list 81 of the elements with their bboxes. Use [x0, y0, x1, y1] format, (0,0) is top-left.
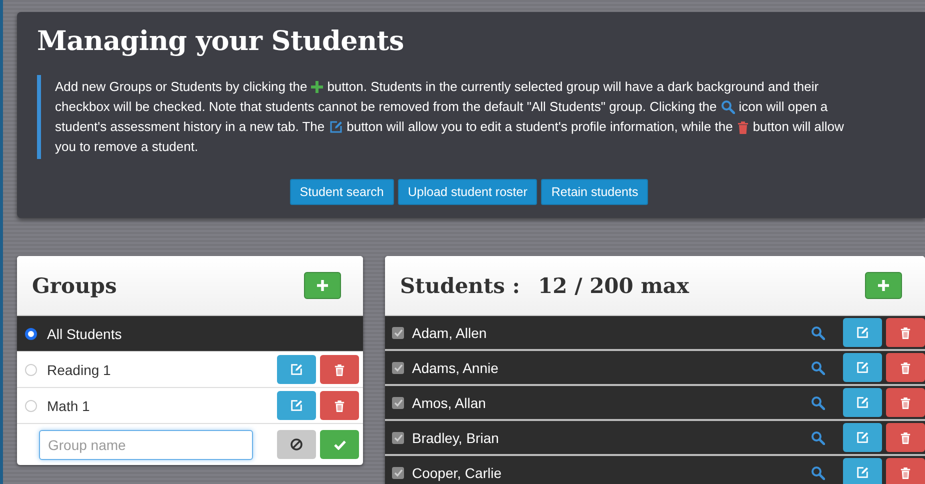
group-item[interactable]: Reading 1 [17, 352, 363, 388]
checkbox[interactable] [392, 326, 404, 338]
trash-icon [900, 326, 911, 338]
trash-icon [900, 466, 911, 478]
intro-text: button will allow [752, 118, 844, 136]
delete-button[interactable] [886, 423, 925, 452]
checkbox[interactable] [392, 396, 404, 408]
radio-button[interactable] [25, 400, 37, 412]
checkbox[interactable] [392, 362, 404, 374]
plus-icon [311, 81, 324, 93]
search-icon [720, 100, 735, 114]
intro-text: you to remove a student. [55, 138, 198, 156]
radio-button[interactable] [25, 328, 37, 340]
search-icon [811, 326, 825, 340]
toolbar-button[interactable]: Upload student roster [398, 179, 538, 205]
search-icon [811, 396, 825, 410]
delete-button[interactable] [886, 353, 925, 382]
edit-button[interactable] [843, 318, 882, 347]
add-group-button[interactable] [304, 272, 341, 299]
edit-button[interactable] [843, 353, 882, 382]
student-name: Amos, Allan [412, 394, 487, 410]
panel-title: Groups [32, 273, 117, 298]
edit-button[interactable] [843, 423, 882, 452]
edit-button[interactable] [277, 355, 316, 384]
search-button[interactable] [811, 396, 825, 410]
intro-text: checkbox will be checked. Note that students cannot be removed from the default "All Students" group. Clicking the [55, 98, 717, 116]
edit-icon [856, 361, 869, 374]
student-name: Adam, Allen [412, 324, 488, 340]
edit-button[interactable] [277, 391, 316, 420]
intro-text: student's assessment history in a new tab. The [55, 118, 325, 136]
search-icon [811, 360, 825, 374]
search-button[interactable] [811, 360, 825, 374]
student-name: Adams, Annie [412, 360, 500, 376]
plus-icon [878, 280, 889, 291]
intro-text: Add new Groups or Students by clicking the [55, 78, 308, 96]
trash-icon [334, 400, 345, 412]
student-name: Cooper, Carlie [412, 464, 502, 480]
intro-text: button. Students in the currently selected group will have a dark background and their [327, 78, 819, 96]
radio-button[interactable] [25, 364, 37, 376]
ban-icon [290, 438, 303, 451]
edit-button[interactable] [843, 388, 882, 417]
edit-icon [856, 396, 869, 409]
search-icon [811, 430, 825, 444]
group-item[interactable]: All Students [17, 316, 363, 352]
add-student-button[interactable] [865, 272, 902, 299]
check-icon [334, 440, 346, 450]
search-button[interactable] [811, 326, 825, 340]
search-button[interactable] [811, 430, 825, 444]
trash-icon [334, 364, 345, 376]
panel-title: Students : [400, 273, 520, 298]
trash-icon [900, 432, 911, 444]
edit-icon [856, 326, 869, 339]
delete-button[interactable] [886, 458, 925, 484]
toolbar-button[interactable]: Retain students [541, 179, 648, 205]
edit-icon [328, 120, 343, 134]
search-icon [811, 466, 825, 480]
group-name-field[interactable]: Group name [39, 430, 253, 460]
checkbox[interactable] [392, 466, 404, 478]
edit-icon [856, 431, 869, 444]
delete-button[interactable] [886, 388, 925, 417]
edit-icon [290, 363, 303, 376]
trash-icon [736, 120, 749, 134]
intro-text: button will allow you to edit a student's profile information, while the [346, 118, 733, 136]
edit-icon [290, 399, 303, 412]
student-name: Bradley, Brian [412, 430, 500, 446]
trash-icon [900, 362, 911, 374]
plus-icon [317, 280, 328, 291]
search-button[interactable] [811, 466, 825, 480]
group-item[interactable]: Math 1 [17, 388, 363, 424]
delete-button[interactable] [886, 318, 925, 347]
edit-icon [856, 466, 869, 479]
student-count: 12 / 200 max [538, 273, 690, 298]
checkbox[interactable] [392, 432, 404, 444]
page-title: Managing your Students [37, 26, 405, 57]
cancel-button[interactable] [277, 430, 316, 459]
intro-text: icon will open a [738, 98, 828, 116]
delete-button[interactable] [320, 391, 359, 420]
trash-icon [900, 396, 911, 408]
toolbar-button[interactable]: Student search [290, 179, 394, 205]
delete-button[interactable] [320, 355, 359, 384]
edit-button[interactable] [843, 458, 882, 484]
